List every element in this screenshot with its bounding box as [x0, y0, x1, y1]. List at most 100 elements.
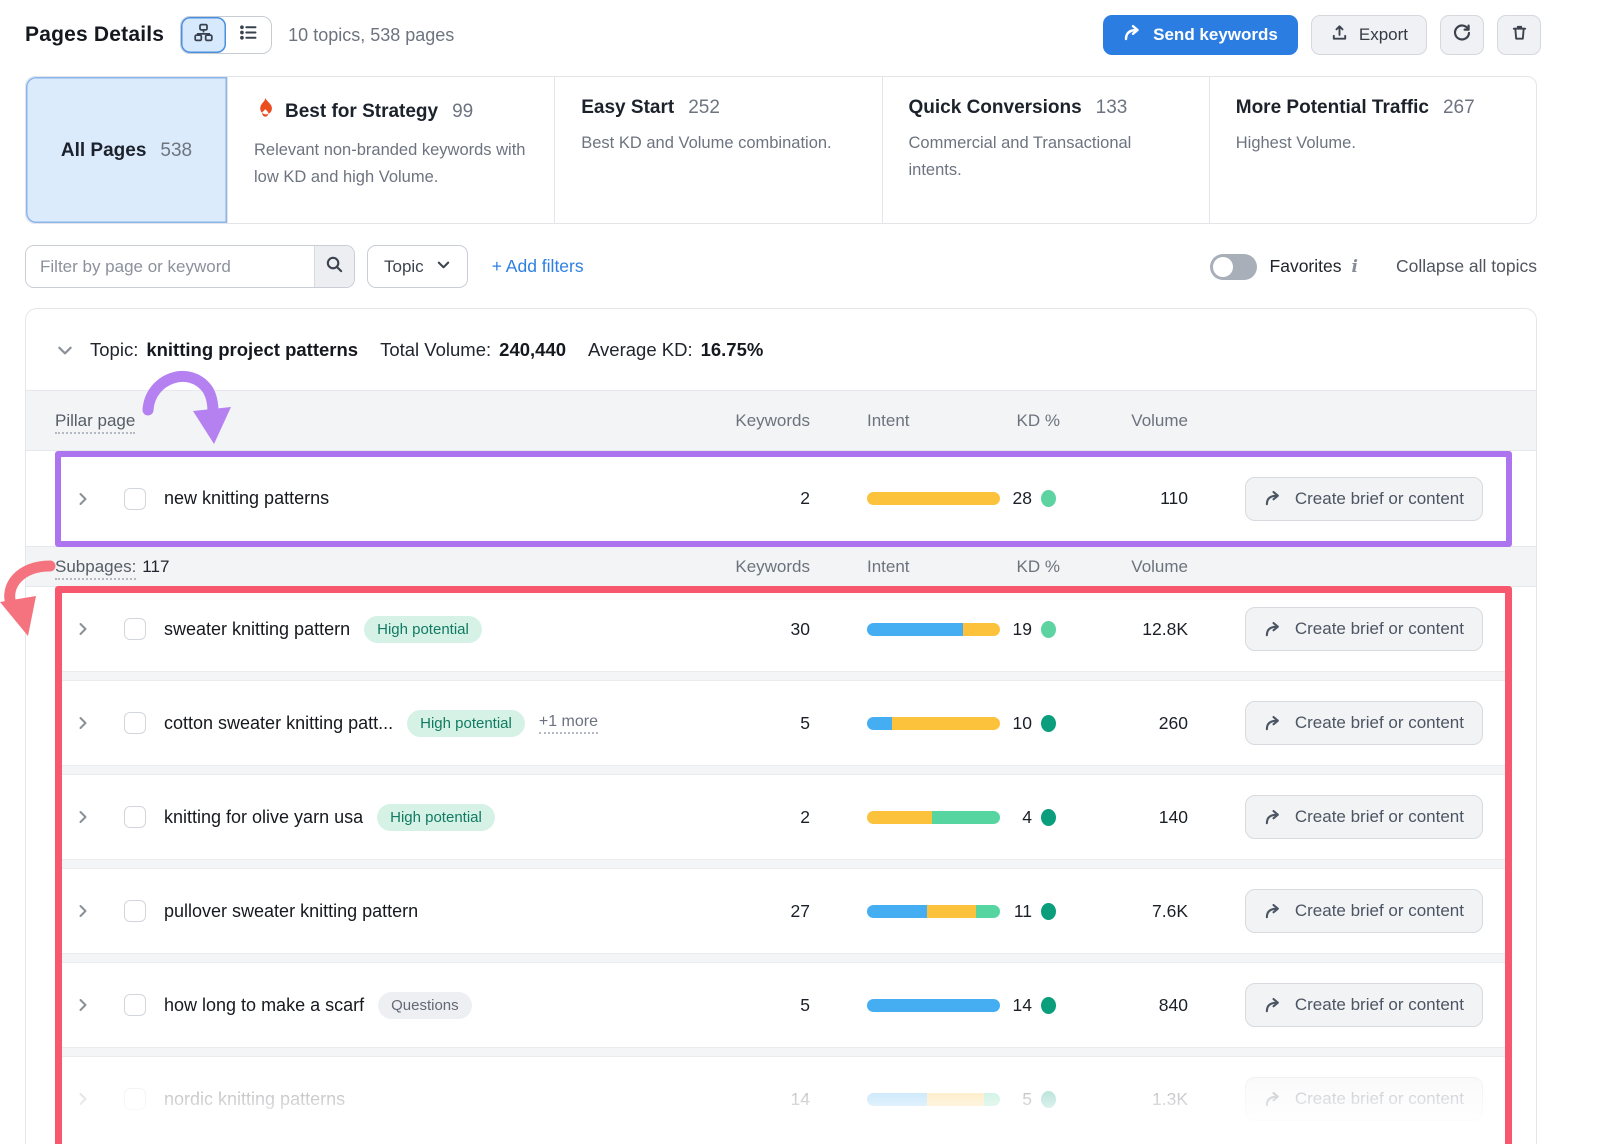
send-keywords-button[interactable]: Send keywords [1103, 15, 1298, 55]
info-icon[interactable]: i [1351, 257, 1357, 277]
create-brief-button[interactable]: Create brief or content [1245, 983, 1483, 1027]
favorites-toggle[interactable] [1210, 254, 1257, 280]
row-checkbox[interactable] [124, 712, 146, 734]
kd-dot [1041, 621, 1056, 638]
keywords-count: 14 [710, 1089, 810, 1110]
kd-value: 4 [1022, 807, 1032, 828]
row-divider [55, 859, 1512, 869]
tab-easy-start[interactable]: Easy Start252 Best KD and Volume combina… [554, 77, 881, 223]
add-filters-link[interactable]: + Add filters [492, 256, 584, 277]
page-name[interactable]: pullover sweater knitting pattern [164, 901, 418, 922]
topic-name: knitting project patterns [146, 339, 358, 361]
table-row: nordic knitting patterns 14 5 1.3K Creat… [55, 1057, 1512, 1141]
row-checkbox[interactable] [124, 488, 146, 510]
row-checkbox[interactable] [124, 806, 146, 828]
expand-chevron-icon[interactable] [55, 997, 110, 1013]
page-name[interactable]: cotton sweater knitting patt... [164, 713, 393, 734]
page-name[interactable]: new knitting patterns [164, 488, 329, 509]
column-volume: Volume [1060, 411, 1188, 431]
expand-chevron-icon[interactable] [55, 715, 110, 731]
pillar-header-band: Pillar page Keywords Intent KD % Volume [26, 390, 1536, 451]
row-checkbox[interactable] [124, 900, 146, 922]
row-checkbox[interactable] [124, 618, 146, 640]
intent-bar [867, 492, 1000, 505]
kd-value: 19 [1013, 619, 1032, 640]
row-checkbox[interactable] [124, 1088, 146, 1110]
create-brief-button[interactable]: Create brief or content [1245, 477, 1483, 521]
keywords-count: 2 [710, 488, 810, 509]
column-intent: Intent [845, 411, 985, 431]
keywords-count: 5 [710, 995, 810, 1016]
create-brief-button[interactable]: Create brief or content [1245, 889, 1483, 933]
keywords-count: 30 [710, 619, 810, 640]
page-name[interactable]: sweater knitting pattern [164, 619, 350, 640]
questions-badge: Questions [378, 992, 472, 1019]
create-brief-button[interactable]: Create brief or content [1245, 795, 1483, 839]
page-name[interactable]: knitting for olive yarn usa [164, 807, 363, 828]
volume-value: 110 [1060, 488, 1188, 509]
pillar-page-label: Pillar page [55, 411, 710, 431]
keywords-count: 2 [710, 807, 810, 828]
row-checkbox[interactable] [124, 994, 146, 1016]
page-name[interactable]: nordic knitting patterns [164, 1089, 345, 1110]
expand-chevron-icon[interactable] [55, 491, 110, 507]
row-divider [55, 765, 1512, 775]
tab-best-for-strategy[interactable]: Best for Strategy99 Relevant non-branded… [227, 77, 554, 223]
table-row: cotton sweater knitting patt... High pote… [55, 681, 1512, 765]
page-name[interactable]: how long to make a scarf [164, 995, 364, 1016]
segment-tabs: All Pages538 Best for Strategy99 Relevan… [25, 76, 1537, 224]
search-input[interactable] [26, 246, 314, 287]
tab-more-potential-traffic[interactable]: More Potential Traffic267 Highest Volume… [1209, 77, 1536, 223]
column-keywords: Keywords [710, 411, 810, 431]
topic-panel: Topic:knitting project patterns Total Vo… [25, 308, 1537, 1144]
kd-dot [1041, 997, 1056, 1014]
kd-dot [1041, 715, 1056, 732]
send-arrow-icon [1123, 23, 1143, 48]
more-badges-link[interactable]: +1 more [539, 713, 598, 734]
column-volume: Volume [1060, 557, 1188, 577]
sitemap-icon [193, 22, 214, 48]
export-button[interactable]: Export [1311, 15, 1427, 55]
keywords-count: 27 [710, 901, 810, 922]
collapse-all-topics-link[interactable]: Collapse all topics [1396, 256, 1537, 277]
volume-value: 12.8K [1060, 619, 1188, 640]
create-brief-button[interactable]: Create brief or content [1245, 701, 1483, 745]
expand-chevron-icon[interactable] [55, 1091, 110, 1107]
pages-details-screen: Pages Details [0, 0, 1600, 1144]
high-potential-badge: High potential [364, 616, 482, 643]
tree-view-toggle[interactable] [181, 17, 226, 53]
high-potential-badge: High potential [407, 710, 525, 737]
kd-value: 11 [1014, 901, 1032, 922]
volume-value: 7.6K [1060, 901, 1188, 922]
topics-pages-summary: 10 topics, 538 pages [288, 25, 454, 46]
tab-all-pages[interactable]: All Pages538 [26, 77, 227, 223]
create-brief-button[interactable]: Create brief or content [1245, 1077, 1483, 1121]
collapse-topic-chevron-icon[interactable] [56, 341, 74, 359]
delete-button[interactable] [1497, 15, 1541, 55]
favorites-label: Favorites [1270, 256, 1342, 277]
list-view-toggle[interactable] [226, 17, 271, 53]
volume-value: 140 [1060, 807, 1188, 828]
create-brief-button[interactable]: Create brief or content [1245, 607, 1483, 651]
expand-chevron-icon[interactable] [55, 903, 110, 919]
table-row: how long to make a scarfQuestions 5 14 8… [55, 963, 1512, 1047]
tab-quick-conversions[interactable]: Quick Conversions133 Commercial and Tran… [882, 77, 1209, 223]
export-icon [1330, 23, 1349, 47]
kd-dot [1041, 1091, 1056, 1108]
table-row: pullover sweater knitting pattern 27 11 … [55, 869, 1512, 953]
topic-filter-dropdown[interactable]: Topic [367, 245, 468, 288]
intent-bar [867, 623, 1000, 636]
topic-total-volume: 240,440 [499, 339, 566, 361]
toggle-knob [1213, 257, 1233, 277]
page-title: Pages Details [25, 23, 164, 47]
search-button[interactable] [314, 246, 354, 287]
refresh-button[interactable] [1440, 15, 1484, 55]
view-toggle [180, 16, 272, 54]
keywords-count: 5 [710, 713, 810, 734]
expand-chevron-icon[interactable] [55, 809, 110, 825]
subpages-header-band: Subpages:117 Keywords Intent KD % Volume [26, 546, 1536, 587]
pillar-row: new knitting patterns 2 28 110 Create br… [26, 451, 1536, 546]
chevron-down-icon [436, 257, 451, 277]
expand-chevron-icon[interactable] [55, 621, 110, 637]
kd-dot [1041, 490, 1056, 507]
